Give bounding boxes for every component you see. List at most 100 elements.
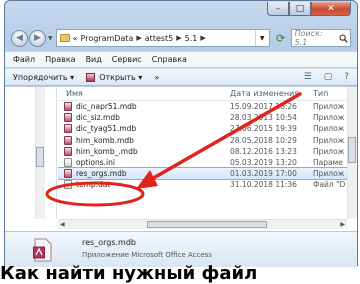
file-type: Прилож: [313, 113, 345, 123]
open-button-label: Открыть ▾: [99, 72, 143, 82]
file-type: Прилож: [313, 146, 345, 156]
file-name: temp.dat: [76, 180, 111, 190]
file-name-cell: dic_siz.mdb: [58, 113, 228, 123]
access-file-icon: [64, 146, 72, 156]
details-file-name: res_orgs.mdb: [82, 238, 136, 247]
file-name: dic_siz.mdb: [76, 113, 120, 123]
file-type: Параме: [313, 158, 343, 168]
file-name: options.ini: [76, 158, 115, 168]
file-date: 15.09.2017 16:26: [230, 102, 297, 112]
open-button[interactable]: Открыть ▾: [86, 72, 143, 82]
file-row[interactable]: temp.dat 31.10.2018 11:36 Файл "D: [58, 179, 347, 190]
file-name: res_orgs.mdb: [76, 169, 127, 179]
file-type: Прилож: [313, 135, 345, 145]
file-date: 31.10.2018 11:36: [230, 180, 297, 190]
file-date: 05.03.2019 13:20: [230, 158, 297, 168]
nav-scrollbar-thumb[interactable]: [36, 147, 44, 167]
menu-tools[interactable]: Сервис: [112, 55, 142, 64]
breadcrumb-overflow[interactable]: «: [73, 34, 78, 43]
refresh-button[interactable]: ⟳: [271, 29, 291, 47]
forward-button[interactable]: ▶: [29, 29, 46, 47]
file-name-cell: temp.dat: [58, 180, 228, 190]
search-input[interactable]: Поиск: 5.1: [290, 29, 351, 47]
file-row[interactable]: dic_tyag51.mdb 27.06.2015 19:39 Прилож: [58, 123, 347, 134]
breadcrumb-separator-icon[interactable]: ▶: [136, 34, 141, 42]
file-row[interactable]: him_komb.mdb 28.05.2018 10:29 Прилож: [58, 135, 347, 146]
breadcrumb-5-1[interactable]: 5.1: [185, 34, 198, 43]
help-icon[interactable]: ?: [344, 72, 349, 82]
menu-bar: Файл Правка Вид Сервис Справка: [5, 51, 357, 67]
access-file-icon: [64, 102, 72, 112]
file-date: 01.03.2019 17:00: [230, 169, 297, 179]
access-file-icon: [64, 113, 72, 123]
explorer-window: – □ ✕ ◀ ▶ ▼ « ProgramData ▶ attest5 ▶ 5.…: [4, 0, 358, 267]
close-button[interactable]: ✕: [311, 2, 351, 16]
file-list: Имя Дата изменения Тип dic_napr51.mdb 15.…: [58, 87, 347, 219]
content-area: Имя Дата изменения Тип dic_napr51.mdb 15.…: [5, 87, 357, 231]
history-dropdown-icon[interactable]: ▼: [48, 35, 53, 42]
file-date: 08.12.2016 13:23: [230, 146, 297, 156]
breadcrumb-attest5[interactable]: attest5: [145, 34, 174, 43]
navigation-pane[interactable]: [5, 87, 57, 219]
refresh-icon: ⟳: [276, 31, 286, 45]
menu-edit[interactable]: Правка: [45, 55, 75, 64]
search-placeholder: Поиск: 5.1: [294, 29, 323, 47]
search-icon[interactable]: [336, 33, 350, 43]
file-row[interactable]: options.ini 05.03.2019 13:20 Параме: [58, 157, 347, 168]
menu-view[interactable]: Вид: [86, 55, 102, 64]
file-name-cell: dic_napr51.mdb: [58, 102, 228, 112]
file-name: him_komb_.mdb: [76, 146, 138, 156]
file-row-selected[interactable]: res_orgs.mdb 01.03.2019 17:00 Прилож: [58, 167, 347, 181]
file-name: dic_napr51.mdb: [76, 102, 137, 112]
file-type: Прилож: [313, 102, 345, 112]
ini-file-icon: [64, 158, 72, 168]
horizontal-scrollbar-thumb[interactable]: [146, 221, 267, 228]
minimize-button[interactable]: –: [267, 2, 289, 16]
details-pane: res_orgs.mdb Приложение Microsoft Office…: [5, 231, 357, 267]
address-bar[interactable]: « ProgramData ▶ attest5 ▶ 5.1 ▶ ▼: [55, 29, 270, 47]
file-type: Файл "D: [313, 180, 346, 190]
more-commands-button[interactable]: »: [154, 73, 159, 82]
breadcrumb-separator-icon[interactable]: ▶: [200, 34, 205, 42]
access-file-icon: [64, 135, 72, 145]
file-row[interactable]: dic_napr51.mdb 15.09.2017 16:26 Прилож: [58, 101, 347, 112]
back-button[interactable]: ◀: [11, 29, 28, 47]
file-name-cell: him_komb.mdb: [58, 135, 228, 145]
maximize-button[interactable]: □: [289, 2, 311, 16]
file-name: him_komb.mdb: [76, 135, 134, 145]
access-app-icon: [86, 72, 96, 82]
column-header: Имя Дата изменения Тип: [58, 87, 347, 101]
file-date: 28.05.2018 10:29: [230, 135, 297, 145]
address-dropdown-icon[interactable]: ▼: [254, 30, 269, 46]
column-name[interactable]: Имя: [58, 89, 228, 98]
horizontal-scrollbar[interactable]: ◀ ▶: [58, 219, 347, 229]
file-name-cell: dic_tyag51.mdb: [58, 124, 228, 134]
view-options-icon[interactable]: ☰: [304, 72, 312, 82]
column-date[interactable]: Дата изменения: [228, 89, 310, 98]
file-row[interactable]: dic_siz.mdb 28.03.2013 10:54 Прилож: [58, 112, 347, 123]
vertical-scrollbar-thumb[interactable]: [348, 137, 356, 163]
forward-arrow-icon: ▶: [34, 33, 41, 43]
caption-text: Как найти нужный файл: [0, 264, 258, 284]
column-type[interactable]: Тип: [310, 89, 347, 98]
folder-icon: [59, 34, 70, 42]
organize-button[interactable]: Упорядочить ▾: [13, 73, 74, 82]
access-file-icon: [64, 124, 72, 134]
file-name-cell: res_orgs.mdb: [58, 169, 228, 179]
file-row[interactable]: him_komb_.mdb 08.12.2016 13:23 Прилож: [58, 146, 347, 157]
file-name: dic_tyag51.mdb: [76, 124, 137, 134]
menu-file[interactable]: Файл: [13, 55, 35, 64]
ini-file-icon: [64, 180, 72, 190]
file-type: Прилож: [313, 169, 345, 179]
menu-help[interactable]: Справка: [152, 55, 187, 64]
scroll-left-icon[interactable]: ◀: [60, 221, 65, 228]
preview-pane-icon[interactable]: ▢: [324, 72, 333, 82]
details-file-type: Приложение Microsoft Office Access: [82, 251, 212, 259]
scroll-right-icon[interactable]: ▶: [340, 221, 345, 228]
file-name-cell: options.ini: [58, 158, 228, 168]
breadcrumb-programdata[interactable]: ProgramData: [81, 34, 134, 43]
access-file-icon: [64, 169, 72, 179]
file-date: 28.03.2013 10:54: [230, 113, 297, 123]
address-row: ◀ ▶ ▼ « ProgramData ▶ attest5 ▶ 5.1 ▶ ▼ …: [11, 28, 351, 48]
breadcrumb-separator-icon[interactable]: ▶: [176, 34, 181, 42]
